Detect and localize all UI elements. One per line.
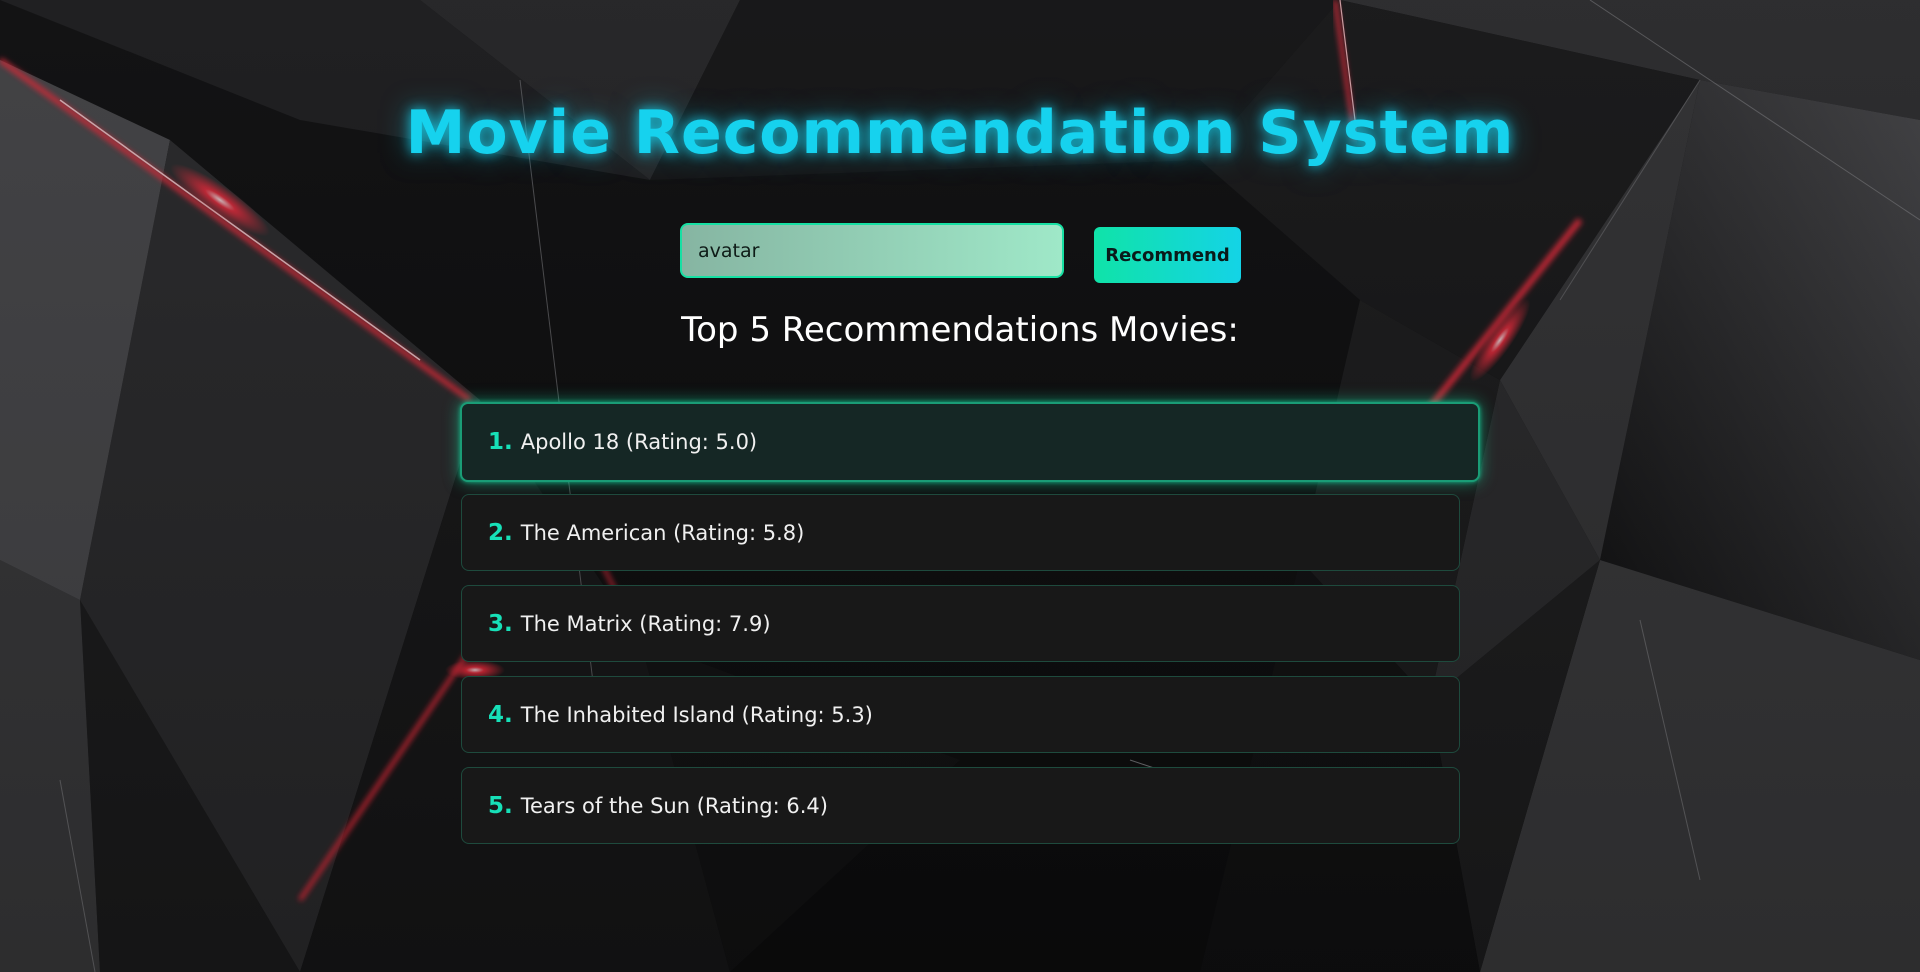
recommendation-number: 4. — [488, 701, 513, 728]
movie-search-input[interactable] — [680, 223, 1064, 278]
recommendation-item[interactable]: 2. The American (Rating: 5.8) — [461, 494, 1460, 571]
recommendation-number: 2. — [488, 519, 513, 546]
results-heading: Top 5 Recommendations Movies: — [681, 310, 1239, 350]
recommendation-number: 5. — [488, 792, 513, 819]
recommendation-item[interactable]: 5. Tears of the Sun (Rating: 6.4) — [461, 767, 1460, 844]
recommendation-number: 3. — [488, 610, 513, 637]
recommendation-text: Tears of the Sun (Rating: 6.4) — [520, 793, 828, 818]
recommendation-item[interactable]: 1. Apollo 18 (Rating: 5.0) — [460, 402, 1480, 482]
recommendation-item[interactable]: 4. The Inhabited Island (Rating: 5.3) — [461, 676, 1460, 753]
recommendation-item[interactable]: 3. The Matrix (Rating: 7.9) — [461, 585, 1460, 662]
recommend-button[interactable]: Recommend — [1094, 227, 1241, 283]
recommendation-text: The American (Rating: 5.8) — [520, 520, 805, 545]
page-title: Movie Recommendation System — [405, 98, 1515, 168]
recommendation-text: The Inhabited Island (Rating: 5.3) — [520, 702, 873, 727]
recommendation-number: 1. — [488, 429, 513, 455]
main-content: Movie Recommendation System Recommend To… — [0, 0, 1920, 972]
recommendation-text: The Matrix (Rating: 7.9) — [520, 611, 771, 636]
recommendation-text: Apollo 18 (Rating: 5.0) — [520, 430, 758, 454]
